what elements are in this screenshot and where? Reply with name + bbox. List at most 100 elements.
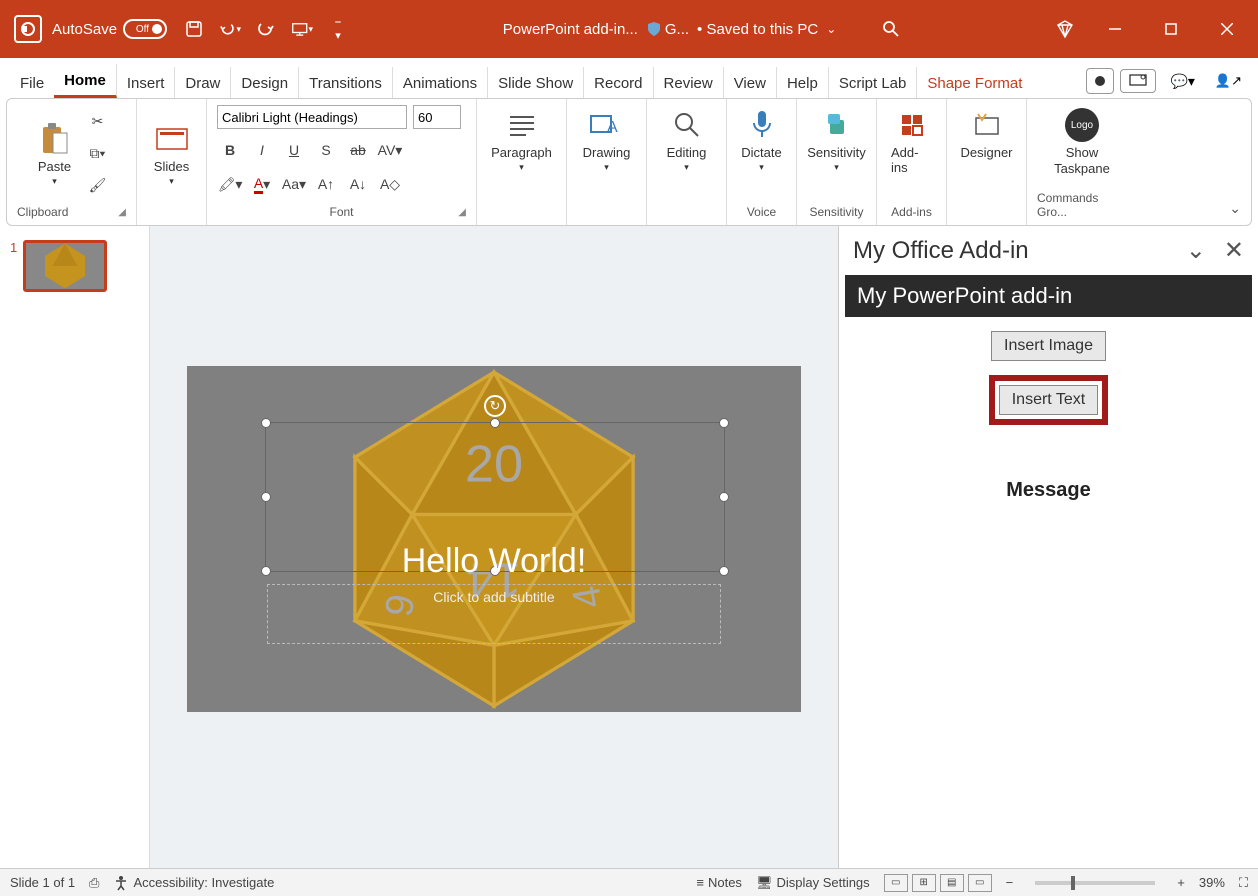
clear-format-button[interactable]: A◇ [377,171,403,197]
group-slides: Slides ▾ [137,99,207,225]
resize-handle[interactable] [719,492,729,502]
search-icon[interactable] [882,20,900,38]
tab-insert[interactable]: Insert [117,67,176,98]
chevron-down-icon[interactable]: ⌄ [826,22,836,36]
sorter-view-button[interactable]: ⊞ [912,874,936,892]
paste-button[interactable]: Paste ▾ [33,119,77,189]
language-icon[interactable]: ⎙ [89,875,99,891]
saved-status[interactable]: • Saved to this PC [697,21,818,38]
group-paragraph: Paragraph▾ [477,99,567,225]
close-icon[interactable]: ✕ [1224,236,1244,265]
slide-thumbnail[interactable] [23,240,107,292]
font-color-button[interactable]: A▾ [249,171,275,197]
ribbon-collapse-icon[interactable]: ⌄ [1229,200,1241,217]
share-button[interactable]: 👤↗ [1209,69,1248,93]
dialog-launcher-icon[interactable]: ◢ [458,207,466,218]
tab-review[interactable]: Review [654,67,724,98]
redo-icon[interactable] [255,18,277,40]
tab-transitions[interactable]: Transitions [299,67,393,98]
accessibility-status[interactable]: Accessibility: Investigate [113,875,274,891]
save-icon[interactable] [183,18,205,40]
reading-view-button[interactable]: ▤ [940,874,964,892]
comments-button[interactable]: 💬▾ [1162,69,1202,94]
undo-icon[interactable]: ▾ [219,18,241,40]
subtitle-placeholder[interactable]: Click to add subtitle [267,584,721,644]
resize-handle[interactable] [719,418,729,428]
slideshow-view-button[interactable]: ▭ [968,874,992,892]
tab-record[interactable]: Record [584,67,653,98]
slides-button[interactable]: Slides ▾ [150,119,194,189]
format-painter-icon[interactable]: 🖌 [85,173,111,199]
zoom-out-button[interactable]: − [1006,875,1014,890]
resize-handle[interactable] [261,492,271,502]
tab-slideshow[interactable]: Slide Show [488,67,584,98]
group-clipboard: Paste ▾ ✂ ⧉▾ 🖌 Clipboard◢ [7,99,137,225]
rotate-handle-icon[interactable]: ↻ [484,395,506,417]
slide-position[interactable]: Slide 1 of 1 [10,875,75,890]
present-button[interactable] [1120,69,1156,93]
shield-icon[interactable]: G... [646,21,689,38]
zoom-slider[interactable] [1035,881,1155,885]
insert-text-button[interactable]: Insert Text [999,385,1099,415]
maximize-button[interactable] [1154,12,1188,46]
resize-handle[interactable] [261,418,271,428]
present-icon[interactable]: ▾ [291,18,313,40]
dialog-launcher-icon[interactable]: ◢ [118,207,126,218]
thumbnail-pane[interactable]: 1 [0,226,150,868]
cut-icon[interactable]: ✂ [85,109,111,135]
diamond-icon[interactable] [1054,18,1076,40]
editing-button[interactable]: Editing▾ [663,105,711,175]
toggle-switch[interactable]: Off [123,19,167,39]
tab-home[interactable]: Home [54,64,117,98]
drawing-button[interactable]: A Drawing▾ [579,105,635,175]
tab-draw[interactable]: Draw [175,67,231,98]
copy-icon[interactable]: ⧉▾ [85,141,111,167]
underline-button[interactable]: U [281,137,307,163]
qat-customize-icon[interactable]: ⎯▾ [327,18,349,40]
slide[interactable]: 20 14 6 4 ↻ Hello World! Click to add su… [187,366,801,712]
paragraph-button[interactable]: Paragraph▾ [487,105,556,175]
autosave-toggle[interactable]: AutoSave Off [52,19,167,39]
tab-scriptlab[interactable]: Script Lab [829,67,918,98]
font-family-select[interactable] [217,105,407,129]
change-case-button[interactable]: Aa▾ [281,171,307,197]
record-button[interactable] [1086,68,1114,94]
character-spacing-button[interactable]: AV▾ [377,137,403,163]
dictate-button[interactable]: Dictate▾ [737,105,785,175]
minimize-button[interactable] [1098,12,1132,46]
italic-button[interactable]: I [249,137,275,163]
slide-canvas[interactable]: 20 14 6 4 ↻ Hello World! Click to add su… [150,226,838,868]
designer-button[interactable]: Designer [956,105,1016,162]
grow-font-button[interactable]: A↑ [313,171,339,197]
shrink-font-button[interactable]: A↓ [345,171,371,197]
bold-button[interactable]: B [217,137,243,163]
resize-handle[interactable] [490,418,500,428]
zoom-in-button[interactable]: + [1177,875,1185,890]
strike-button[interactable]: ab [345,137,371,163]
taskpane-header-title: My Office Add-in [853,237,1029,265]
sensitivity-button[interactable]: Sensitivity▾ [803,105,870,175]
notes-button[interactable]: ≡ Notes [696,875,742,890]
quick-access-toolbar: ▾ ▾ ⎯▾ [183,18,349,40]
tab-design[interactable]: Design [231,67,299,98]
sensitivity-label: Sensitivity [809,202,863,223]
font-size-select[interactable] [413,105,461,129]
tab-file[interactable]: File [10,67,54,98]
display-settings-button[interactable]: 🖥 Display Settings [756,875,870,891]
tab-animations[interactable]: Animations [393,67,488,98]
tab-shape-format[interactable]: Shape Format [917,67,1032,98]
slide-title-text[interactable]: Hello World! [187,542,801,581]
normal-view-button[interactable]: ▭ [884,874,908,892]
document-name[interactable]: PowerPoint add-in... [503,21,638,38]
tab-view[interactable]: View [724,67,777,98]
tab-help[interactable]: Help [777,67,829,98]
fit-to-window-button[interactable]: ⛶ [1239,875,1248,891]
chevron-down-icon[interactable]: ⌄ [1186,236,1206,265]
insert-image-button[interactable]: Insert Image [991,331,1106,361]
shadow-button[interactable]: S [313,137,339,163]
zoom-level[interactable]: 39% [1199,875,1225,890]
addins-button[interactable]: Add-ins [887,105,936,177]
show-taskpane-button[interactable]: Logo Show Taskpane [1037,105,1127,178]
highlight-button[interactable]: 🖍▾ [217,171,243,197]
close-button[interactable] [1210,12,1244,46]
